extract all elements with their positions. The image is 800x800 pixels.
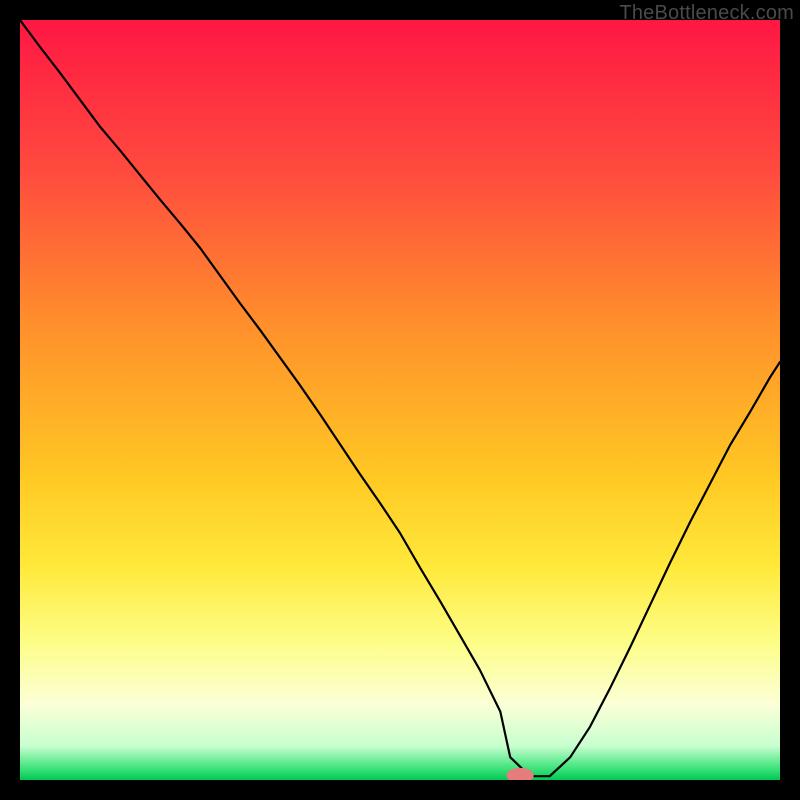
chart-background bbox=[20, 20, 780, 780]
bottleneck-chart bbox=[20, 20, 780, 780]
watermark-text: TheBottleneck.com bbox=[619, 2, 794, 25]
plot-area bbox=[20, 20, 780, 780]
chart-container: TheBottleneck.com bbox=[0, 0, 800, 800]
